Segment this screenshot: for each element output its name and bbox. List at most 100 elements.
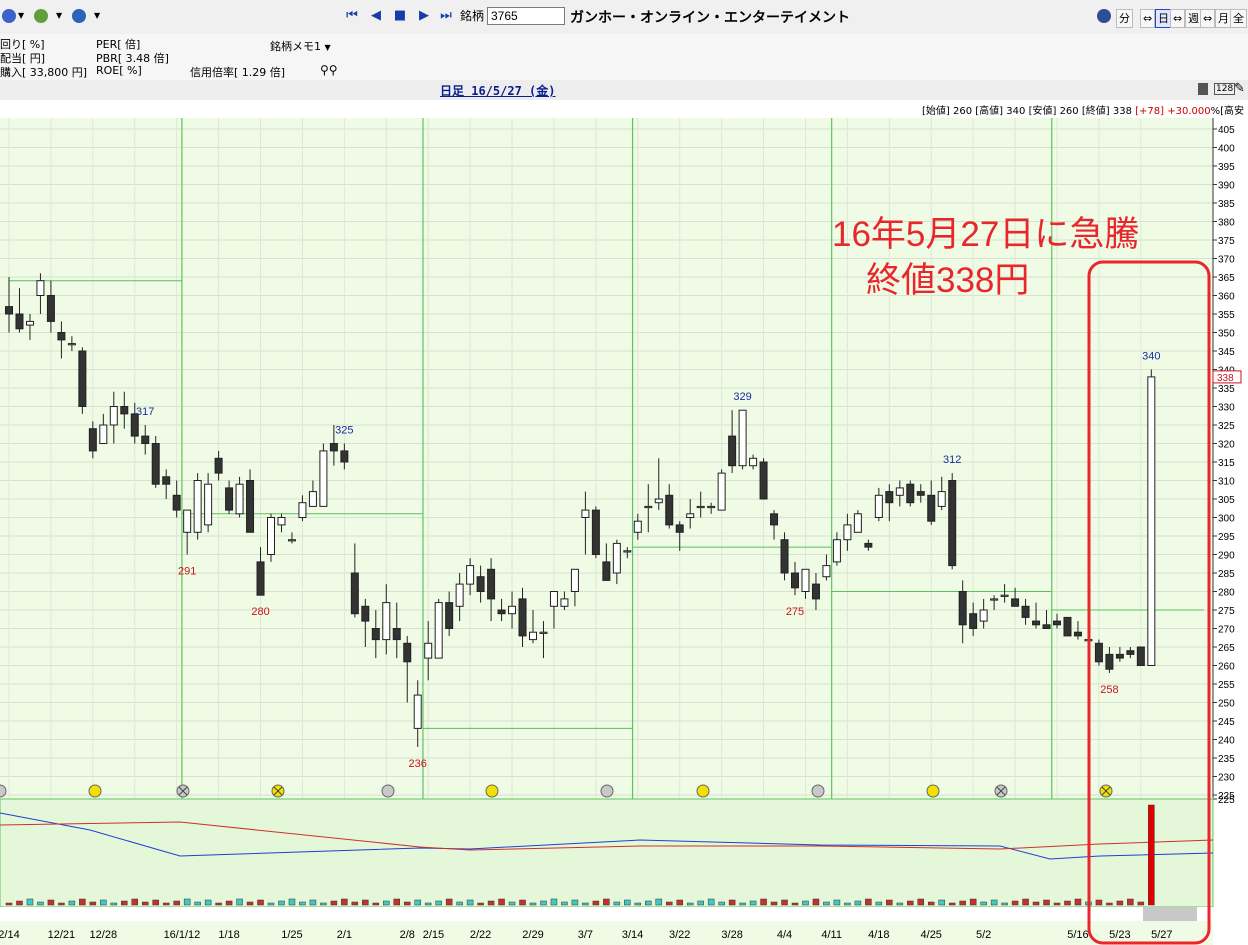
candle-body: [728, 435, 737, 467]
save-icon[interactable]: [1198, 83, 1208, 95]
y-tick-label: 310: [1218, 477, 1235, 488]
volume-bar: [624, 899, 631, 906]
candle-body: [36, 280, 45, 296]
y-tick-label: 335: [1218, 384, 1235, 395]
volume-bar: [194, 901, 201, 906]
memo-select[interactable]: 銘柄メモ1 ▼: [270, 38, 331, 54]
candle-body: [707, 505, 716, 509]
candle-body: [162, 476, 171, 485]
globe-icon[interactable]: [1097, 9, 1111, 23]
low-price-label: 236: [409, 758, 427, 770]
candle-body: [267, 517, 275, 555]
change-percent: +30.000: [1167, 106, 1211, 117]
roe-info: ROE[ %]: [96, 64, 142, 77]
timeframe-minute[interactable]: 分: [1116, 9, 1133, 28]
candle-body: [392, 628, 401, 641]
candle-body: [623, 550, 632, 553]
candle-body: [895, 487, 904, 496]
first-page-icon[interactable]: ⏮: [344, 8, 360, 24]
current-price-tag: 338: [1217, 373, 1234, 384]
tool-icon[interactable]: [2, 9, 16, 23]
chart-title[interactable]: 日足 16/5/27 (金): [440, 82, 555, 99]
dropdown-arrow-icon[interactable]: ▼: [94, 6, 100, 26]
y-tick-label: 300: [1218, 514, 1235, 525]
arrows-icon[interactable]: ⇔: [1140, 9, 1156, 28]
candle-body: [738, 409, 747, 467]
volume-bar: [1022, 898, 1029, 906]
last-page-icon[interactable]: ⏭: [438, 8, 454, 24]
volume-bar: [739, 902, 746, 906]
volume-bar: [215, 902, 222, 906]
dropdown-arrow-icon[interactable]: ▼: [56, 6, 62, 26]
globe-icon[interactable]: [72, 9, 86, 23]
close-value: 338: [1112, 106, 1132, 117]
volume-bar: [5, 902, 13, 906]
scrollbar-track: [0, 907, 1213, 921]
volume-bar: [79, 898, 86, 906]
annotation-line2: 終値338円: [866, 261, 1029, 300]
volume-bar: [372, 902, 380, 906]
volume-bar: [854, 900, 862, 906]
candle-body: [1011, 598, 1020, 607]
annotation-line1: 16年5月27日に急騰: [832, 215, 1139, 254]
x-tick-label: 3/14: [622, 929, 643, 941]
x-tick-label: 4/18: [868, 929, 889, 941]
y-tick-label: 360: [1218, 292, 1235, 303]
open-label: [始値]: [922, 106, 950, 117]
high-value: 340: [1006, 106, 1026, 117]
dropdown-arrow-icon[interactable]: ▼: [18, 6, 24, 26]
volume-bar: [697, 900, 704, 906]
candle-body: [5, 306, 13, 315]
code-input[interactable]: [487, 7, 565, 25]
x-tick-label: 2/15: [423, 929, 444, 941]
low-label: [安値]: [1028, 106, 1057, 117]
candle-body: [88, 428, 97, 452]
x-tick-label: 5/2: [976, 929, 991, 941]
candle-body: [46, 295, 55, 322]
next-icon[interactable]: ▶: [416, 8, 432, 24]
scale-icon[interactable]: 128: [1214, 83, 1236, 95]
pencil-icon[interactable]: ✎: [1234, 81, 1245, 96]
y-tick-label: 315: [1218, 458, 1235, 469]
x-tick-label: 2/29: [522, 929, 543, 941]
volume-bar: [487, 900, 495, 906]
open-value: 260: [953, 106, 973, 117]
low-price-label: 275: [786, 606, 804, 618]
prev-icon[interactable]: ◀: [368, 8, 384, 24]
timeframe-all[interactable]: 全: [1230, 9, 1247, 28]
candle-body: [382, 602, 391, 641]
candle-body: [518, 598, 527, 637]
candle-body: [1021, 605, 1030, 618]
x-tick-label: 5/27: [1151, 929, 1172, 941]
binoculars-icon[interactable]: ⚲⚲: [320, 63, 338, 77]
volume-bar: [1148, 804, 1155, 906]
candle-body: [308, 491, 317, 507]
candle-body: [319, 450, 328, 507]
candle-body: [937, 491, 946, 507]
volume-bar: [791, 902, 799, 906]
candle-body: [78, 350, 87, 407]
x-tick-label: 4/11: [821, 929, 842, 941]
arrows-icon[interactable]: ⇔: [1200, 9, 1216, 28]
candle-body: [644, 505, 653, 509]
candle-body: [770, 513, 779, 526]
signal-marker: [381, 784, 395, 798]
volume-bar: [770, 901, 778, 906]
stop-icon[interactable]: ■: [392, 8, 408, 24]
volume-bar: [351, 901, 359, 906]
y-tick-label: 255: [1218, 680, 1235, 691]
y-tick-label: 395: [1218, 162, 1235, 173]
x-tick-label: 2/8: [400, 929, 415, 941]
arrows-icon[interactable]: ⇔: [1170, 9, 1186, 28]
candle-body: [1094, 642, 1103, 663]
volume-bar: [613, 901, 621, 906]
volume-bar: [655, 898, 663, 906]
volume-bar: [58, 902, 65, 906]
chart-title-bar: 日足 16/5/27 (金) 128 ✎: [0, 80, 1248, 100]
volume-bar: [833, 899, 841, 906]
signal-marker: [485, 784, 499, 798]
signal-marker: [696, 784, 710, 798]
signal-marker: [88, 784, 102, 798]
candle-body: [529, 631, 537, 641]
pen-icon[interactable]: [34, 9, 48, 23]
